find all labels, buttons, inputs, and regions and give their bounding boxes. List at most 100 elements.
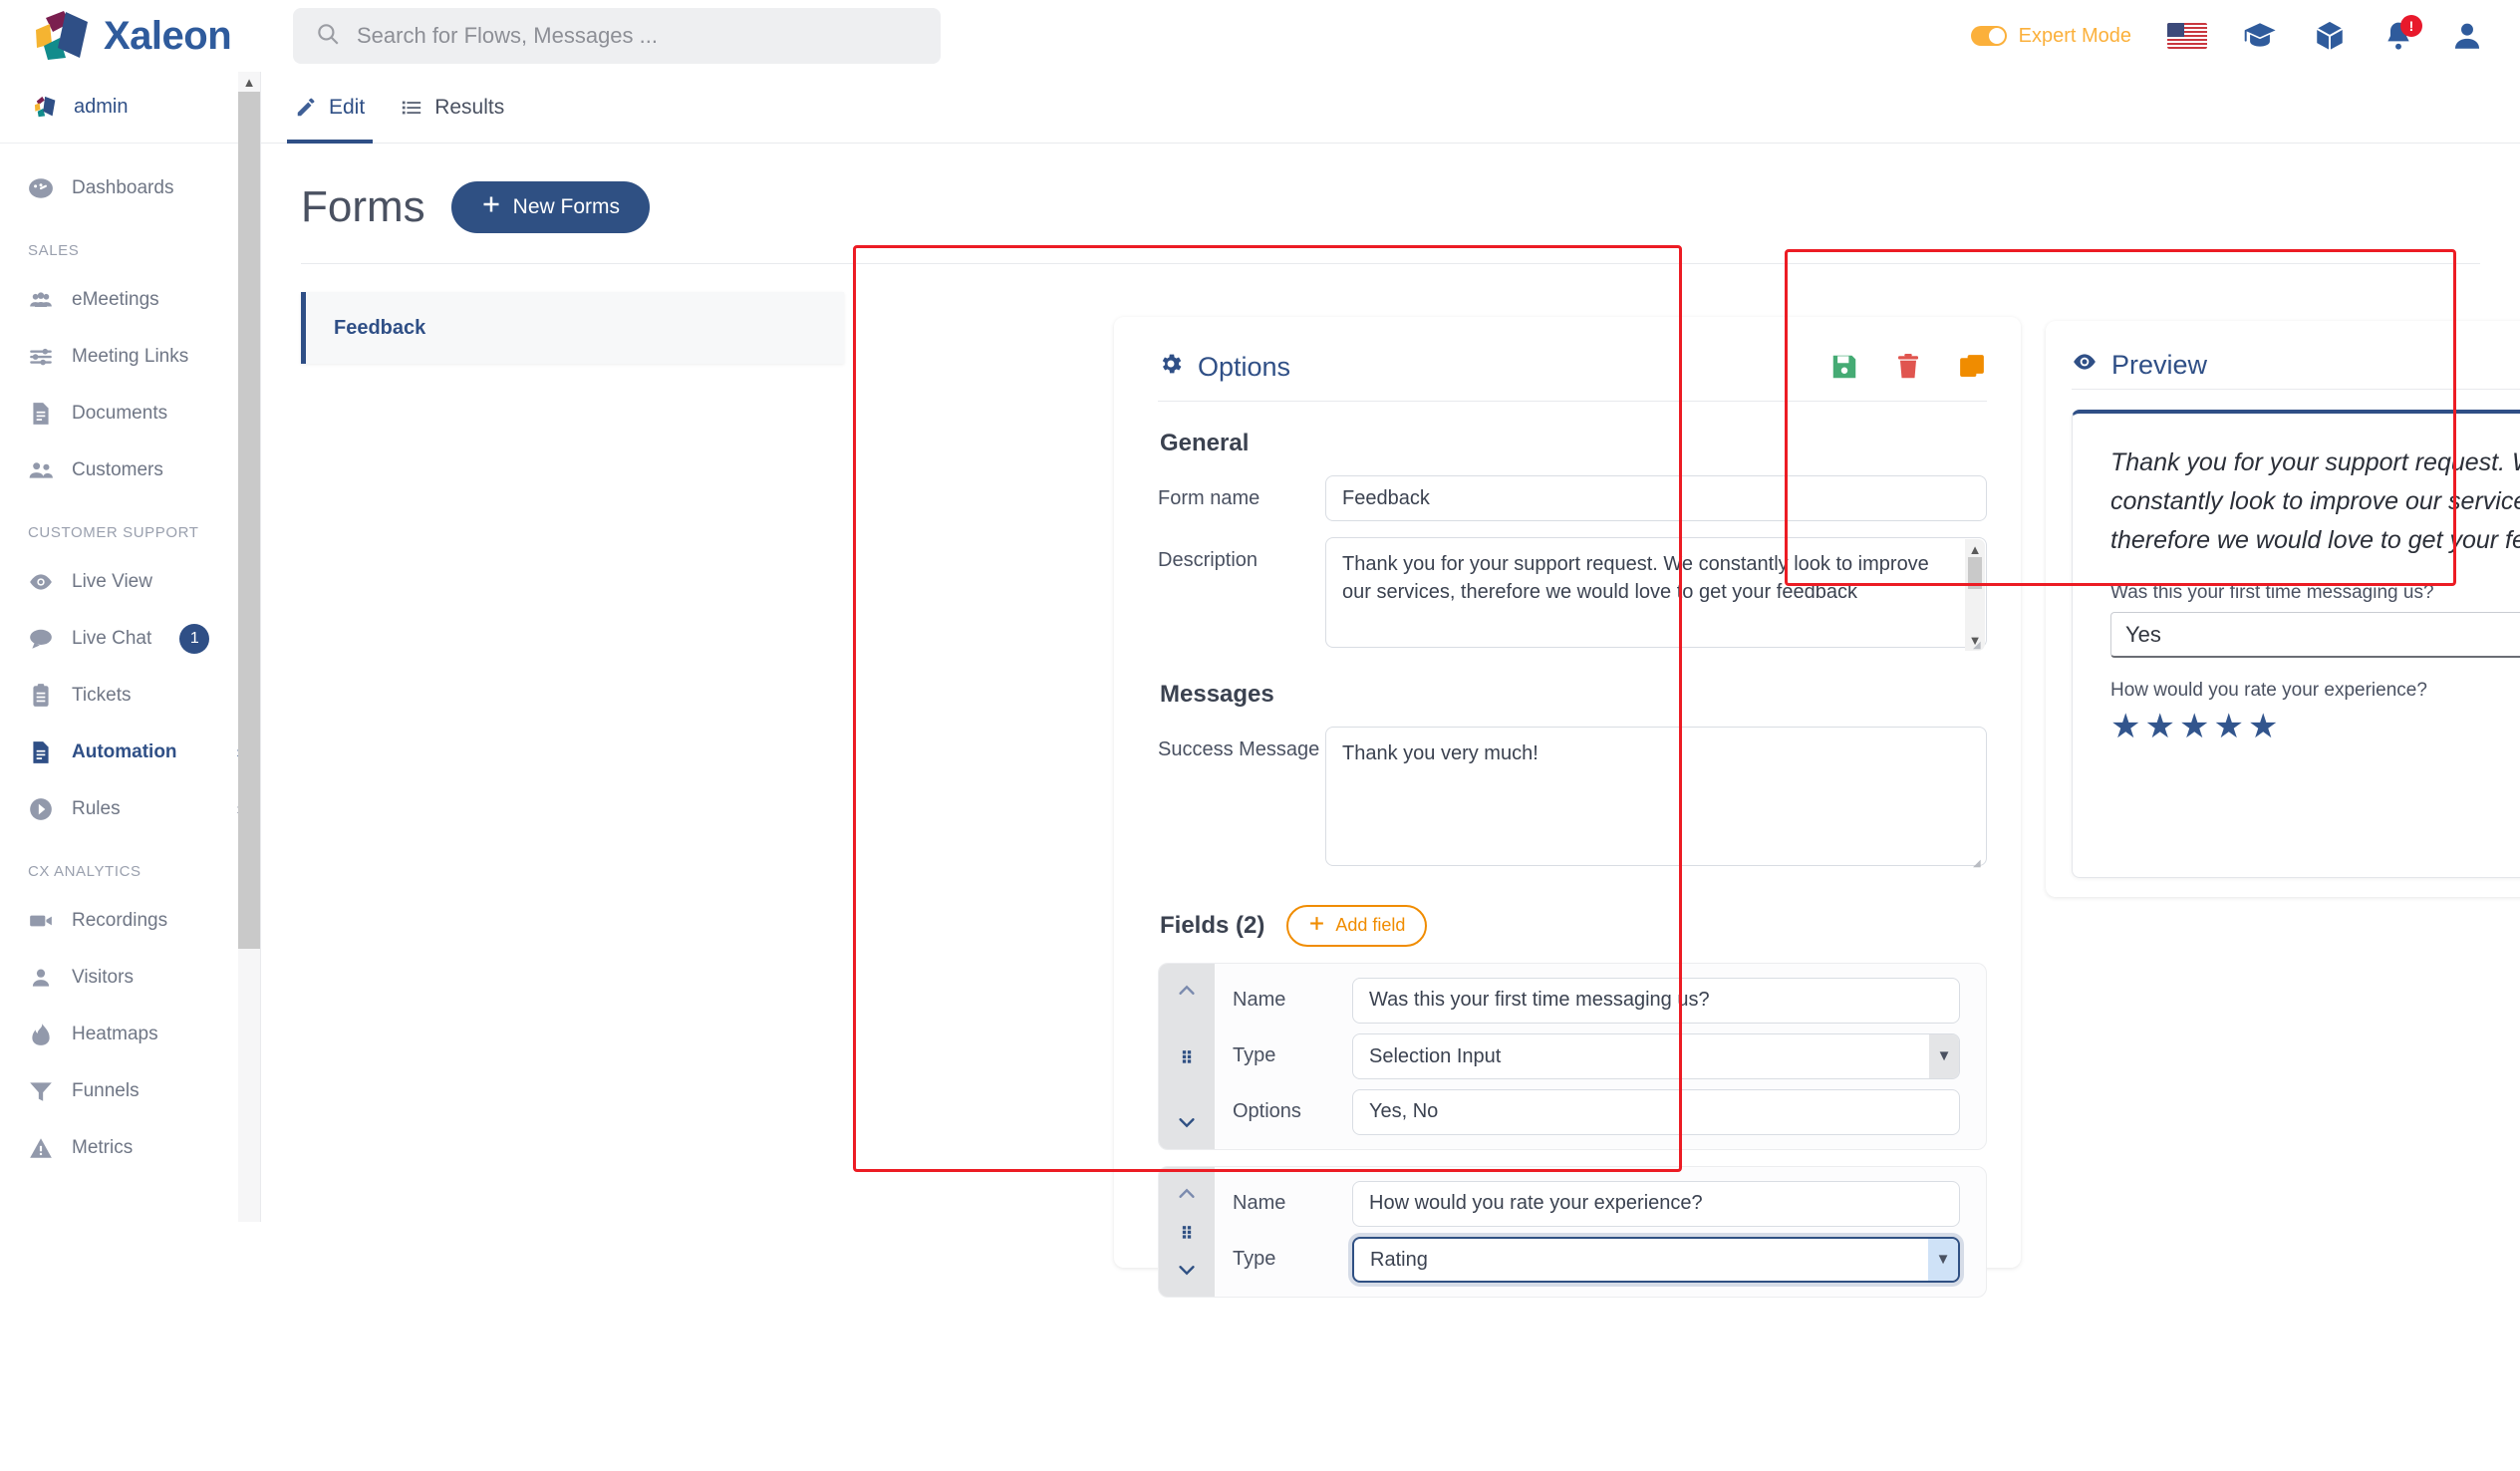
sidebar-item-label: Meeting Links [72, 345, 189, 367]
eye-icon [28, 569, 54, 595]
field-type-select[interactable]: Rating [1352, 1236, 1960, 1283]
add-field-button[interactable]: Add field [1286, 904, 1428, 947]
form-name-field-label: Form name [1158, 487, 1260, 509]
drag-handle-icon[interactable] [1177, 1046, 1197, 1066]
chevron-up-icon[interactable] [1176, 1183, 1198, 1205]
field-type-select-wrapper: Rating ▼ [1352, 1236, 1960, 1283]
sidebar-item-visitors[interactable]: Visitors [0, 949, 260, 1006]
scrollbar-thumb[interactable] [238, 92, 260, 949]
description-textarea[interactable]: Thank you for your support request. We c… [1325, 537, 1987, 649]
field-gutter [1159, 1166, 1215, 1297]
field-name-row: Name [1233, 1180, 1960, 1227]
scrollbar-thumb[interactable] [1968, 557, 1982, 589]
sidebar-item-tickets[interactable]: Tickets [0, 667, 260, 724]
chevron-down-icon[interactable] [1176, 1111, 1198, 1133]
preview-panel: Preview Thank you for your support reque… [2046, 321, 2520, 897]
users-group-icon [28, 287, 54, 313]
sidebar-item-dashboards[interactable]: Dashboards [0, 159, 260, 216]
list-item[interactable]: Feedback [301, 292, 844, 364]
toggle-switch-icon[interactable] [1970, 26, 2007, 46]
resize-grip-icon[interactable]: ◢ [1973, 640, 1983, 651]
sidebar-scrollbar[interactable]: ▲ [238, 72, 260, 1222]
form-name-input[interactable] [1325, 475, 1987, 521]
eye-icon [2072, 349, 2098, 382]
search-input[interactable]: Search for Flows, Messages ... [293, 8, 941, 64]
sidebar-item-funnels[interactable]: Funnels [0, 1062, 260, 1119]
chevron-up-icon[interactable] [1176, 980, 1198, 1002]
sidebar-item-documents[interactable]: Documents [0, 385, 260, 441]
field-body: Name Type Rating ▼ [1215, 1167, 1986, 1297]
pencil-icon [295, 97, 317, 119]
options-divider [1158, 401, 1987, 402]
fields-section-title: Fields (2) [1160, 911, 1265, 939]
preview-rating-stars[interactable]: ★ ★ ★ ★ ★ [2110, 710, 2520, 743]
sidebar-item-emeetings[interactable]: eMeetings [0, 271, 260, 328]
field-type-row: Type Rating ▼ [1233, 1236, 1960, 1283]
field-options-input[interactable] [1352, 1088, 1960, 1135]
success-message-textarea[interactable]: Thank you very much! [1325, 727, 1987, 866]
sidebar-item-rules[interactable]: Rules › [0, 780, 260, 837]
description-field-label: Description [1158, 549, 1259, 571]
drag-handle-icon[interactable] [1177, 1222, 1197, 1242]
expert-mode-toggle[interactable]: Expert Mode [1970, 25, 2131, 48]
brand-logo[interactable]: Xaleon [0, 10, 269, 62]
funnel-icon [28, 1078, 54, 1104]
sidebar-item-label: Automation [72, 740, 177, 762]
sidebar-section-sales: SALES [28, 242, 80, 259]
star-icon[interactable]: ★ [2213, 710, 2243, 743]
star-icon[interactable]: ★ [2110, 710, 2140, 743]
field-name-input[interactable] [1352, 1180, 1960, 1227]
bell-icon[interactable]: ! [2382, 15, 2422, 52]
scroll-up-icon[interactable]: ▲ [1969, 542, 1982, 557]
resize-grip-icon[interactable]: ◢ [1973, 858, 1983, 869]
preview-question-1: Was this your first time messaging us? [2110, 582, 2434, 603]
preview-answer-select[interactable]: Yes [2110, 612, 2520, 658]
flame-icon [28, 1022, 54, 1047]
field-options-label: Options [1233, 1100, 1301, 1123]
preview-description: Thank you for your support request. We c… [2110, 448, 2520, 554]
sidebar-item-customers[interactable]: Customers [0, 441, 260, 498]
tab-results[interactable]: Results [401, 72, 504, 144]
top-header: Xaleon Search for Flows, Messages ... Ex… [0, 0, 2520, 72]
star-icon[interactable]: ★ [2179, 710, 2209, 743]
preview-divider [2072, 389, 2520, 390]
document-lines-icon [28, 739, 54, 765]
tab-edit[interactable]: Edit [286, 72, 374, 144]
box-icon[interactable] [2313, 19, 2347, 53]
tab-label: Edit [329, 95, 366, 119]
sidebar-item-heatmaps[interactable]: Heatmaps [0, 1006, 260, 1062]
xaleon-logo-icon [34, 10, 90, 62]
sidebar-item-label: Rules [72, 797, 121, 819]
success-message-row: Success Message Thank you very much! ◢ [1158, 727, 1987, 871]
star-icon[interactable]: ★ [2248, 710, 2278, 743]
scroll-up-icon[interactable]: ▲ [238, 72, 260, 92]
sidebar-item-metrics[interactable]: Metrics [0, 1119, 260, 1176]
field-body: Name Type Selection Input ▼ Options [1215, 964, 1986, 1149]
sidebar-item-automation[interactable]: Automation › [0, 724, 260, 780]
sidebar-item-label: eMeetings [72, 288, 159, 310]
sidebar-item-recordings[interactable]: Recordings [0, 892, 260, 949]
save-icon[interactable] [1829, 352, 1859, 382]
header-actions: Expert Mode ! [1970, 15, 2520, 53]
sidebar-item-live-chat[interactable]: Live Chat 1 [0, 610, 260, 667]
flag-us-icon[interactable] [2167, 23, 2207, 49]
sidebar-user[interactable]: admin [0, 72, 260, 144]
live-chat-badge: 1 [179, 623, 210, 654]
new-forms-button[interactable]: New Forms [450, 181, 650, 233]
field-type-select[interactable]: Selection Input [1352, 1032, 1960, 1079]
field-name-input[interactable] [1352, 977, 1960, 1024]
trash-icon[interactable] [1893, 352, 1923, 382]
field-name-label: Name [1233, 989, 1286, 1012]
star-icon[interactable]: ★ [2144, 710, 2174, 743]
arrow-circle-icon [28, 796, 54, 822]
sidebar-item-live-view[interactable]: Live View [0, 553, 260, 610]
description-textarea-wrapper: Thank you for your support request. We c… [1325, 537, 1987, 653]
graduation-cap-icon[interactable] [2243, 19, 2277, 53]
user-avatar-icon[interactable] [2450, 19, 2484, 53]
copy-icon[interactable] [1957, 352, 1987, 382]
description-scrollbar[interactable]: ▲ ▼ [1965, 539, 1985, 652]
chevron-down-icon[interactable] [1176, 1259, 1198, 1281]
sidebar-item-meeting-links[interactable]: Meeting Links [0, 328, 260, 385]
field-type-label: Type [1233, 1044, 1276, 1067]
field-type-select-wrapper: Selection Input ▼ [1352, 1032, 1960, 1079]
